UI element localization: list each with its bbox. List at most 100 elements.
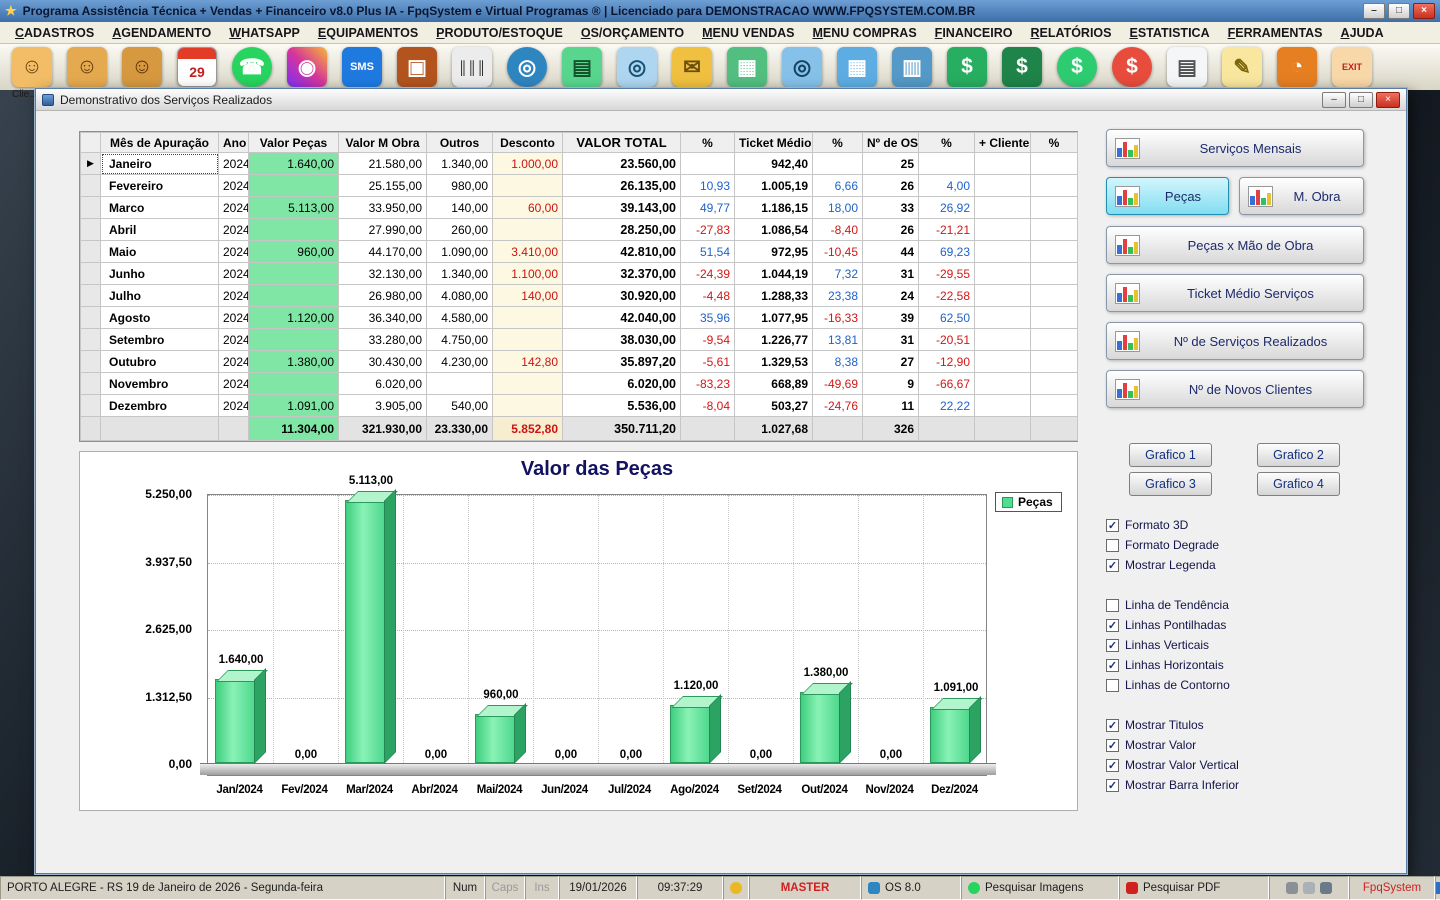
table-row-junho[interactable]: Junho202432.130,001.340,001.100,0032.370… bbox=[81, 263, 1078, 285]
column-header-desconto[interactable]: Desconto bbox=[493, 133, 563, 153]
menu-whatsapp[interactable]: WHATSAPP bbox=[220, 24, 309, 42]
checkbox-mostrar-legenda[interactable]: ✓Mostrar Legenda bbox=[1106, 555, 1364, 575]
recibos-icon[interactable]: ▤ bbox=[1167, 47, 1207, 87]
checkbox-formato-degrade[interactable]: Formato Degrade bbox=[1106, 535, 1364, 555]
table-row-dezembro[interactable]: Dezembro20241.091,003.905,00540,005.536,… bbox=[81, 395, 1078, 417]
checkbox-box[interactable]: ✓ bbox=[1106, 559, 1119, 572]
column-header-valor-m-obra[interactable]: Valor M Obra bbox=[339, 133, 427, 153]
printer-icon[interactable] bbox=[1286, 882, 1298, 894]
consulta-os-icon[interactable]: ◎ bbox=[617, 47, 657, 87]
table-row-agosto[interactable]: Agosto20241.120,0036.340,004.580,0042.04… bbox=[81, 307, 1078, 329]
checkbox-box[interactable]: ✓ bbox=[1106, 639, 1119, 652]
column-header-pct[interactable]: % bbox=[919, 133, 975, 153]
window-close-button[interactable]: × bbox=[1376, 92, 1400, 108]
table-row-outubro[interactable]: Outubro20241.380,0030.430,004.230,00142,… bbox=[81, 351, 1078, 373]
checkbox-box[interactable]: ✓ bbox=[1106, 519, 1119, 532]
contas-icon[interactable]: $ bbox=[1002, 47, 1042, 87]
sidebar-button-n-de-servic-os-realizados[interactable]: Nº de Serviços Realizados bbox=[1106, 322, 1364, 360]
agenda-icon[interactable]: 29 bbox=[177, 47, 217, 87]
sidebar-button-ticket-me-dio-servic-os[interactable]: Ticket Médio Serviços bbox=[1106, 274, 1364, 312]
table-row-julho[interactable]: Julho202426.980,004.080,00140,0030.920,0… bbox=[81, 285, 1078, 307]
table-row-setembro[interactable]: Setembro202433.280,004.750,0038.030,00-9… bbox=[81, 329, 1078, 351]
orcamento-icon[interactable]: ✉ bbox=[672, 47, 712, 87]
fornecedores-icon[interactable]: ☺ bbox=[67, 47, 107, 87]
menu-equipamentos[interactable]: EQUIPAMENTOS bbox=[309, 24, 427, 42]
funcionarios-icon[interactable]: ☺ bbox=[122, 47, 162, 87]
button-grafico-4[interactable]: Grafico 4 bbox=[1257, 472, 1340, 496]
table-row-abril[interactable]: Abril202427.990,00260,0028.250,00-27,831… bbox=[81, 219, 1078, 241]
checkbox-box[interactable] bbox=[1106, 679, 1119, 692]
sair-icon[interactable]: EXIT bbox=[1332, 47, 1372, 87]
menu-ajuda[interactable]: AJUDA bbox=[1332, 24, 1393, 42]
checkbox-linhas-pontilhadas[interactable]: ✓Linhas Pontilhadas bbox=[1106, 615, 1364, 635]
button-grafico-2[interactable]: Grafico 2 bbox=[1257, 443, 1340, 467]
table-row-maio[interactable]: Maio2024960,0044.170,001.090,003.410,004… bbox=[81, 241, 1078, 263]
column-header-pct[interactable]: % bbox=[1031, 133, 1078, 153]
table-row-fevereiro[interactable]: Fevereiro202425.155,00980,0026.135,0010,… bbox=[81, 175, 1078, 197]
compras-icon[interactable]: ▦ bbox=[837, 47, 877, 87]
search-images-button[interactable]: Pesquisar Imagens bbox=[961, 876, 1119, 900]
checkbox-mostrar-valor[interactable]: ✓Mostrar Valor bbox=[1106, 735, 1364, 755]
sidebar-button-pec-as-x-ma-o-de-obra[interactable]: Peças x Mão de Obra bbox=[1106, 226, 1364, 264]
column-header-ticket-me-dio[interactable]: Ticket Médio bbox=[735, 133, 813, 153]
relatorios-icon[interactable]: ◔ bbox=[1277, 47, 1317, 87]
checkbox-box[interactable]: ✓ bbox=[1106, 739, 1119, 752]
column-header-valor-total[interactable]: VALOR TOTAL bbox=[563, 133, 681, 153]
codigo-barras-icon[interactable]: ║║║ bbox=[452, 47, 492, 87]
ordem-servico-icon[interactable]: ▤ bbox=[562, 47, 602, 87]
vendas-icon[interactable]: ▦ bbox=[727, 47, 767, 87]
checkbox-box[interactable] bbox=[1106, 539, 1119, 552]
table-row-janeiro[interactable]: ▶Janeiro20241.640,0021.580,001.340,001.0… bbox=[81, 153, 1078, 175]
estatistica-icon[interactable]: ▥ bbox=[892, 47, 932, 87]
despesas-icon[interactable]: $ bbox=[1112, 47, 1152, 87]
table-row-novembro[interactable]: Novembro20246.020,006.020,00-83,23668,89… bbox=[81, 373, 1078, 395]
consulta-vendas-icon[interactable]: ◎ bbox=[782, 47, 822, 87]
clientes-icon[interactable]: ☺ bbox=[12, 47, 52, 87]
column-header-clientes[interactable]: + Clientes bbox=[975, 133, 1031, 153]
sidebar-button-pec-as[interactable]: Peças bbox=[1106, 177, 1229, 215]
app-close-button[interactable]: × bbox=[1413, 3, 1435, 19]
button-grafico-1[interactable]: Grafico 1 bbox=[1129, 443, 1212, 467]
sms-icon[interactable]: SMS bbox=[342, 47, 382, 87]
receitas-icon[interactable]: $ bbox=[1057, 47, 1097, 87]
menu-cadastros[interactable]: CADASTROS bbox=[6, 24, 103, 42]
checkbox-mostrar-barra-inferior[interactable]: ✓Mostrar Barra Inferior bbox=[1106, 775, 1364, 795]
checkbox-linhas-de-contorno[interactable]: Linhas de Contorno bbox=[1106, 675, 1364, 695]
scanner-icon[interactable] bbox=[1303, 882, 1315, 894]
monitor-icon[interactable] bbox=[1320, 882, 1332, 894]
menu-menu-vendas[interactable]: MENU VENDAS bbox=[693, 24, 803, 42]
menu-estatistica[interactable]: ESTATISTICA bbox=[1121, 24, 1219, 42]
column-header-outros[interactable]: Outros bbox=[427, 133, 493, 153]
checkbox-linhas-horizontais[interactable]: ✓Linhas Horizontais bbox=[1106, 655, 1364, 675]
produtos-icon[interactable]: ▣ bbox=[397, 47, 437, 87]
sidebar-button-n-de-novos-clientes[interactable]: Nº de Novos Clientes bbox=[1106, 370, 1364, 408]
contratos-icon[interactable]: ✎ bbox=[1222, 47, 1262, 87]
sidebar-button-m-obra[interactable]: M. Obra bbox=[1239, 177, 1364, 215]
column-header-pct[interactable]: % bbox=[681, 133, 735, 153]
window-maximize-button[interactable]: □ bbox=[1349, 92, 1373, 108]
checkbox-box[interactable]: ✓ bbox=[1106, 759, 1119, 772]
checkbox-linha-de-tende-ncia[interactable]: Linha de Tendência bbox=[1106, 595, 1364, 615]
menu-relato-rios[interactable]: RELATÓRIOS bbox=[1021, 24, 1120, 42]
button-grafico-3[interactable]: Grafico 3 bbox=[1129, 472, 1212, 496]
menu-os-orc-amento[interactable]: OS/ORÇAMENTO bbox=[572, 24, 693, 42]
checkbox-formato-3d[interactable]: ✓Formato 3D bbox=[1106, 515, 1364, 535]
menu-menu-compras[interactable]: MENU COMPRAS bbox=[803, 24, 925, 42]
column-header-me-s-de-apurac-a-o[interactable]: Mês de Apuração bbox=[101, 133, 219, 153]
column-header-ano[interactable]: Ano bbox=[219, 133, 249, 153]
checkbox-box[interactable]: ✓ bbox=[1106, 719, 1119, 732]
app-minimize-button[interactable]: – bbox=[1363, 3, 1385, 19]
table-row-marco[interactable]: Marco20245.113,0033.950,00140,0060,0039.… bbox=[81, 197, 1078, 219]
instagram-icon[interactable]: ◉ bbox=[287, 47, 327, 87]
column-header-valor-pec-as[interactable]: Valor Peças bbox=[249, 133, 339, 153]
menu-financeiro[interactable]: FINANCEIRO bbox=[926, 24, 1022, 42]
checkbox-mostrar-titulos[interactable]: ✓Mostrar Titulos bbox=[1106, 715, 1364, 735]
window-minimize-button[interactable]: – bbox=[1322, 92, 1346, 108]
column-header-n-de-os[interactable]: Nº de OS bbox=[863, 133, 919, 153]
checkbox-mostrar-valor-vertical[interactable]: ✓Mostrar Valor Vertical bbox=[1106, 755, 1364, 775]
menu-produto-estoque[interactable]: PRODUTO/ESTOQUE bbox=[427, 24, 572, 42]
column-header-pct[interactable]: % bbox=[813, 133, 863, 153]
menu-ferramentas[interactable]: FERRAMENTAS bbox=[1219, 24, 1332, 42]
menu-agendamento[interactable]: AGENDAMENTO bbox=[103, 24, 220, 42]
checkbox-box[interactable]: ✓ bbox=[1106, 659, 1119, 672]
